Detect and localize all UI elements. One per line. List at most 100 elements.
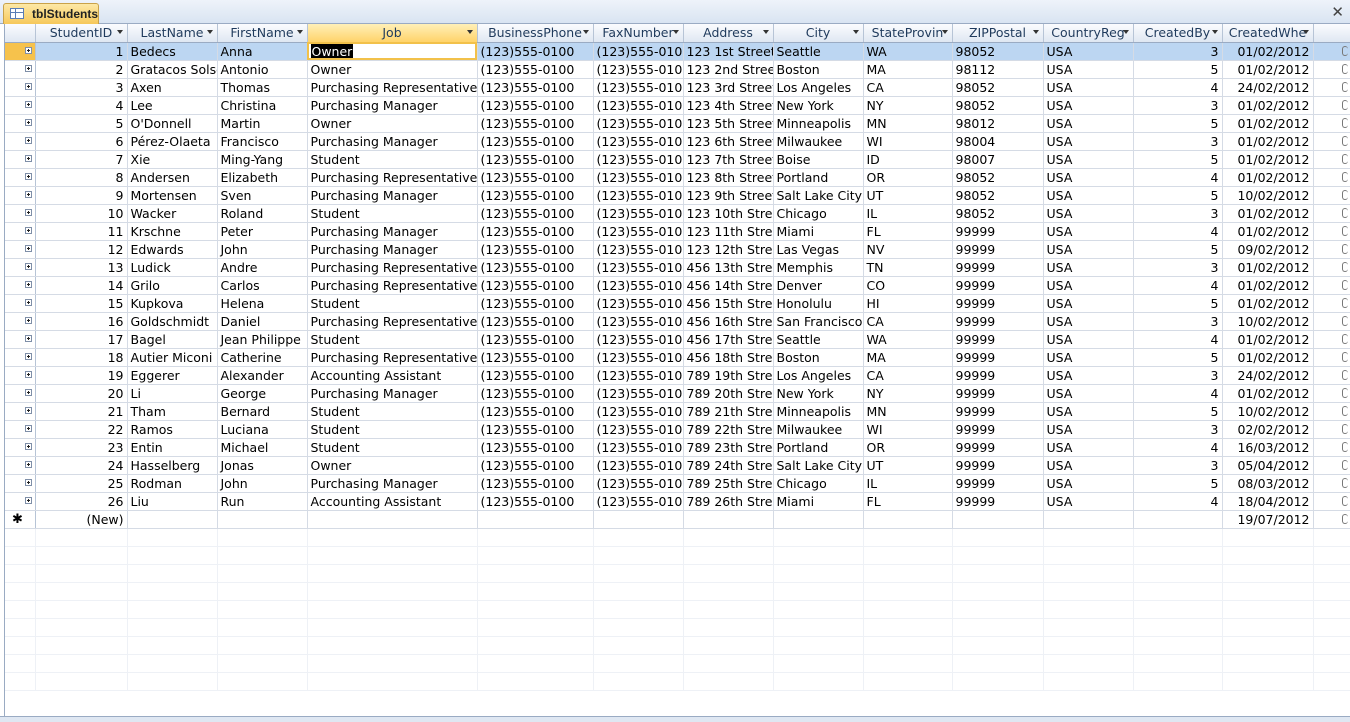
cell-fax[interactable]: (123)555-0101 [593, 366, 684, 385]
cell-when[interactable]: 24/02/2012 [1222, 366, 1314, 385]
expand-plus-icon[interactable] [25, 244, 32, 252]
record-selector[interactable] [5, 330, 36, 349]
cell-job[interactable]: Purchasing Representative [307, 312, 478, 331]
cell-when[interactable]: 10/02/2012 [1222, 312, 1314, 331]
cell-state[interactable]: MA [863, 348, 953, 367]
cell-last[interactable]: Eggerer [127, 366, 218, 385]
cell-attachment[interactable] [1313, 240, 1350, 259]
cell-city[interactable]: Boise [773, 150, 864, 169]
cell-addr[interactable]: 456 16th Street [683, 312, 774, 331]
cell-zip[interactable]: 98052 [952, 96, 1044, 115]
cell-zip[interactable]: 99999 [952, 474, 1044, 493]
cell-country[interactable]: USA [1043, 312, 1134, 331]
record-selector[interactable] [5, 276, 36, 295]
cell-city[interactable]: Los Angeles [773, 78, 864, 97]
cell-id[interactable]: 5 [35, 114, 128, 133]
cell-fax[interactable]: (123)555-0101 [593, 42, 684, 61]
dropdown-arrow-icon[interactable] [116, 30, 123, 34]
cell-first[interactable]: Helena [217, 294, 308, 313]
record-selector[interactable] [5, 438, 36, 457]
cell-last[interactable]: Entin [127, 438, 218, 457]
record-selector[interactable] [5, 96, 36, 115]
cell-id[interactable]: 22 [35, 420, 128, 439]
cell-state[interactable]: WA [863, 42, 953, 61]
table-row[interactable]: 17 Bagel Jean Philippe Student (123)555-0100… [5, 330, 1350, 349]
column-header-firstname[interactable]: FirstName [217, 24, 308, 43]
cell-country[interactable]: USA [1043, 60, 1134, 79]
column-header-city[interactable]: City [773, 24, 864, 43]
expand-plus-icon[interactable] [25, 298, 32, 306]
cell-id[interactable]: 17 [35, 330, 128, 349]
cell-fax[interactable]: (123)555-0101 [593, 420, 684, 439]
cell-zip[interactable]: 98052 [952, 168, 1044, 187]
cell-first[interactable]: Peter [217, 222, 308, 241]
cell-last[interactable]: Kupkova [127, 294, 218, 313]
cell-last[interactable]: Autier Miconi [127, 348, 218, 367]
table-row[interactable]: 18 Autier Miconi Catherine Purchasing Repre… [5, 348, 1350, 367]
expand-plus-icon[interactable] [25, 406, 32, 414]
cell-state[interactable]: OR [863, 168, 953, 187]
cell-phone[interactable]: (123)555-0100 [477, 240, 594, 259]
cell-zip[interactable] [952, 510, 1044, 529]
cell-attachment[interactable] [1313, 96, 1350, 115]
table-row[interactable]: 11 Krschne Peter Purchasing Manager (123)555… [5, 222, 1350, 241]
column-header-createdwhe[interactable]: CreatedWhe [1222, 24, 1314, 43]
cell-by[interactable]: 5 [1133, 60, 1223, 79]
cell-job[interactable]: Purchasing Representative [307, 168, 478, 187]
cell-last[interactable]: Pérez-Olaeta [127, 132, 218, 151]
cell-country[interactable]: USA [1043, 438, 1134, 457]
cell-zip[interactable]: 98052 [952, 204, 1044, 223]
cell-addr[interactable]: 123 1st Street [683, 42, 774, 61]
new-record-row[interactable]: ✱ (New) 19/07/2012 [5, 510, 1350, 529]
table-row[interactable]: 22 Ramos Luciana Student (123)555-0100 (123)5… [5, 420, 1350, 439]
record-selector[interactable] [5, 60, 36, 79]
cell-by[interactable]: 5 [1133, 186, 1223, 205]
cell-first[interactable]: Anna [217, 42, 308, 61]
cell-phone[interactable]: (123)555-0100 [477, 312, 594, 331]
cell-id[interactable]: 7 [35, 150, 128, 169]
cell-by[interactable]: 5 [1133, 294, 1223, 313]
cell-fax[interactable]: (123)555-0101 [593, 222, 684, 241]
cell-attachment[interactable] [1313, 438, 1350, 457]
cell-last[interactable]: Bagel [127, 330, 218, 349]
cell-addr[interactable]: 123 11th Street [683, 222, 774, 241]
cell-phone[interactable]: (123)555-0100 [477, 204, 594, 223]
cell-zip[interactable]: 99999 [952, 240, 1044, 259]
cell-fax[interactable]: (123)555-0101 [593, 330, 684, 349]
cell-last[interactable]: Gratacos Solso [127, 60, 218, 79]
cell-first[interactable]: George [217, 384, 308, 403]
cell-addr[interactable]: 789 19th Street [683, 366, 774, 385]
cell-attachment[interactable] [1313, 366, 1350, 385]
record-selector[interactable] [5, 150, 36, 169]
cell-fax[interactable]: (123)555-0101 [593, 96, 684, 115]
expand-plus-icon[interactable] [25, 370, 32, 378]
cell-when[interactable]: 08/03/2012 [1222, 474, 1314, 493]
expand-plus-icon[interactable] [25, 136, 32, 144]
cell-attachment[interactable] [1313, 204, 1350, 223]
cell-first[interactable]: Carlos [217, 276, 308, 295]
cell-by[interactable]: 3 [1133, 258, 1223, 277]
cell-attachment[interactable] [1313, 456, 1350, 475]
expand-plus-icon[interactable] [25, 172, 32, 180]
expand-plus-icon[interactable] [25, 46, 32, 54]
cell-state[interactable]: CA [863, 366, 953, 385]
cell-zip[interactable]: 98052 [952, 42, 1044, 61]
cell-job[interactable] [307, 510, 478, 529]
cell-city[interactable]: Seattle [773, 330, 864, 349]
cell-attachment[interactable] [1313, 330, 1350, 349]
cell-addr[interactable]: 789 25th Street [683, 474, 774, 493]
cell-by[interactable]: 4 [1133, 222, 1223, 241]
cell-fax[interactable]: (123)555-0101 [593, 294, 684, 313]
record-selector[interactable] [5, 114, 36, 133]
cell-city[interactable]: Denver [773, 276, 864, 295]
cell-addr[interactable]: 456 14th Street [683, 276, 774, 295]
cell-state[interactable]: CO [863, 276, 953, 295]
cell-id[interactable]: 15 [35, 294, 128, 313]
dropdown-arrow-icon[interactable] [1302, 30, 1309, 34]
cell-fax[interactable]: (123)555-0101 [593, 168, 684, 187]
cell-country[interactable]: USA [1043, 384, 1134, 403]
close-icon[interactable]: ✕ [1331, 3, 1344, 21]
column-header-add[interactable] [1313, 24, 1350, 43]
cell-zip[interactable]: 99999 [952, 294, 1044, 313]
cell-by[interactable]: 3 [1133, 456, 1223, 475]
